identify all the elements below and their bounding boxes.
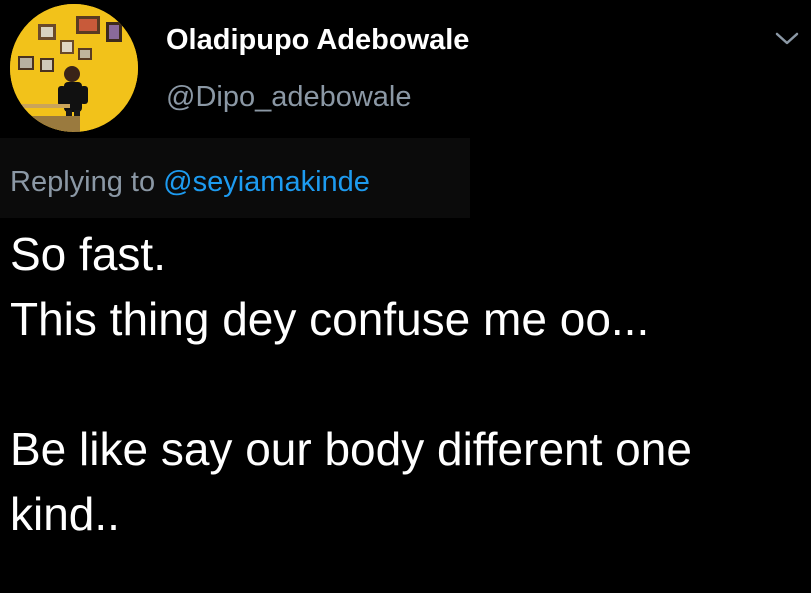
author-handle[interactable]: @Dipo_adebowale — [166, 81, 412, 114]
profile-photo — [10, 4, 138, 132]
reply-prefix: Replying to — [10, 166, 164, 198]
chevron-down-icon[interactable] — [772, 26, 802, 50]
tweet-line — [10, 352, 800, 417]
tweet-line: So fast. — [10, 228, 166, 280]
tweet-line: This thing dey confuse me oo... — [10, 293, 650, 345]
reply-context: Replying to @seyiamakinde — [10, 166, 370, 199]
tweet-line: Be like say our body different one — [10, 423, 692, 475]
tweet-text: So fast. This thing dey confuse me oo...… — [10, 222, 800, 547]
tweet-line: kind.. — [10, 488, 120, 540]
avatar[interactable] — [10, 4, 138, 132]
author-display-name[interactable]: Oladipupo Adebowale — [166, 24, 469, 57]
reply-mention-link[interactable]: @seyiamakinde — [163, 166, 370, 198]
